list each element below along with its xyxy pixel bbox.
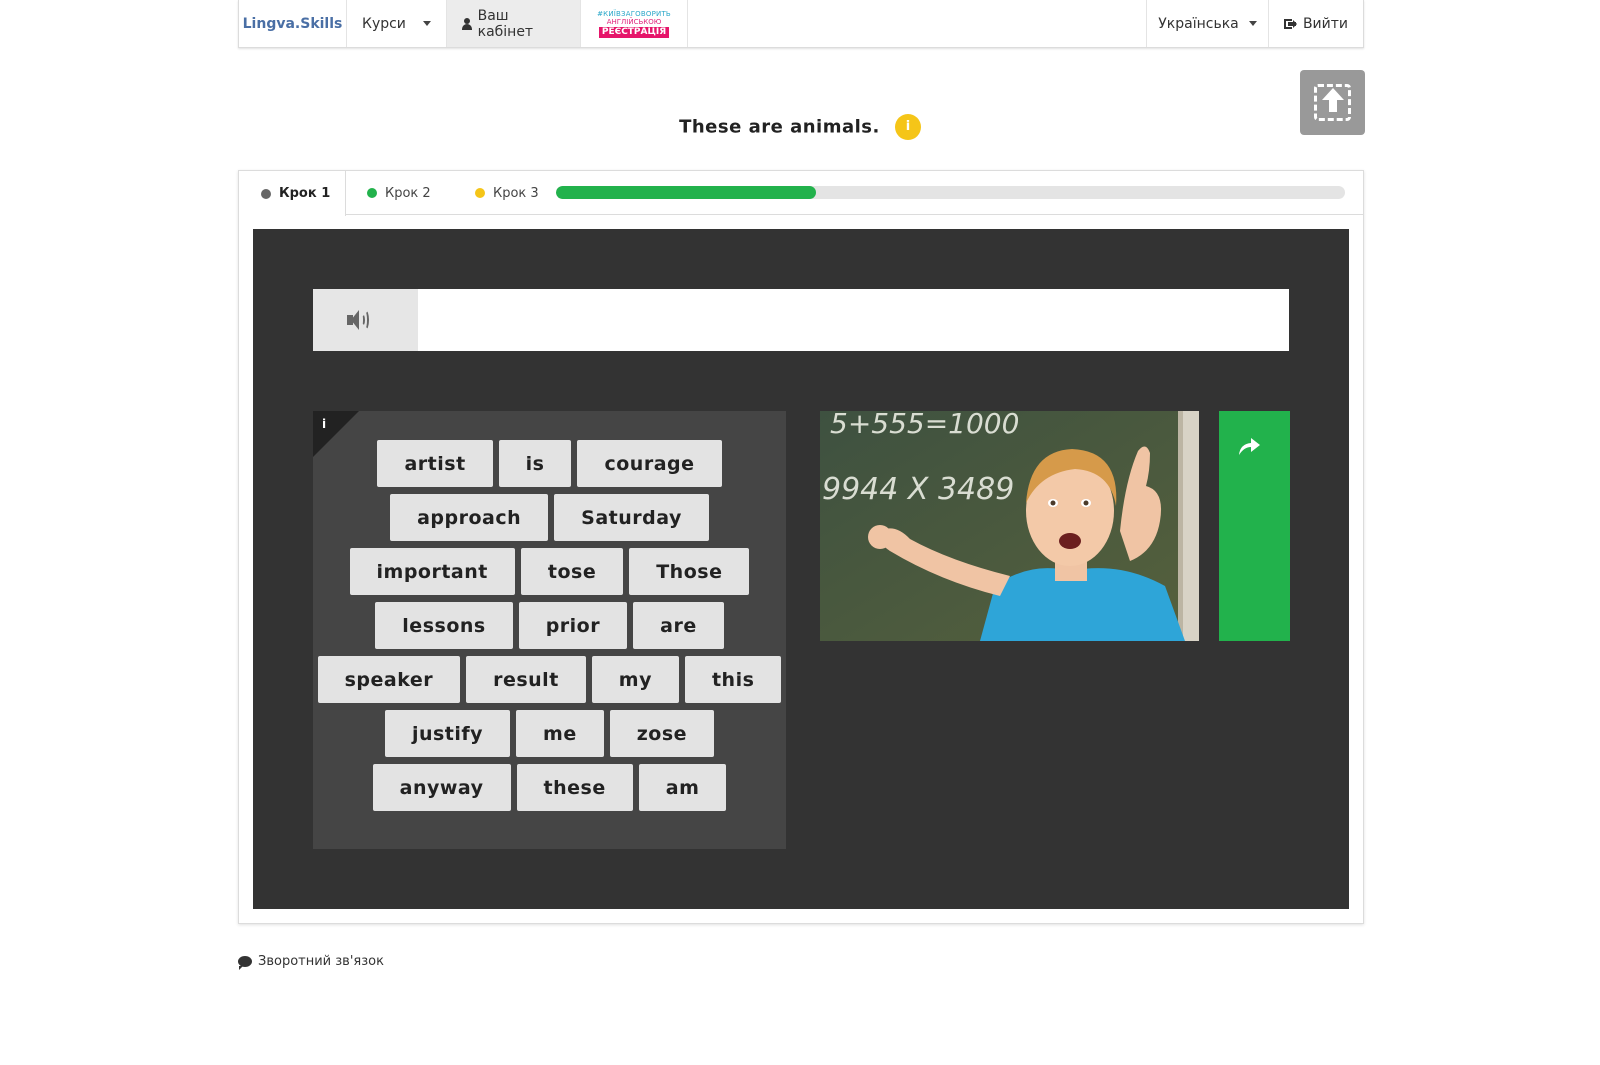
word-row: lessons prior are <box>313 602 786 649</box>
caret-down-icon <box>423 21 431 26</box>
exercise-stage: i artist is courage approach Saturday importa… <box>253 229 1349 909</box>
word-row: approach Saturday <box>313 494 786 541</box>
tab-label: Крок 3 <box>493 185 539 201</box>
word-tile[interactable]: Saturday <box>554 494 709 541</box>
promo-banner-link[interactable]: #КИЇВЗАГОВОРИТЬ АНГЛІЙСЬКОЮ РЕЄСТРАЦІЯ <box>581 0 688 47</box>
word-tile[interactable]: zose <box>609 710 715 757</box>
share-arrow-icon <box>1239 438 1260 455</box>
brand-logo[interactable]: Lingva.Skills <box>239 0 347 47</box>
word-row: artist is courage <box>313 440 786 487</box>
tab-step-1[interactable]: Крок 1 <box>239 171 346 216</box>
word-tile[interactable]: are <box>633 602 724 649</box>
chalk-line-2: 9944 X 3489 <box>822 472 1014 507</box>
word-tile[interactable]: anyway <box>372 764 511 811</box>
cabinet-link[interactable]: Ваш кабінет <box>447 0 581 47</box>
step-tabs: Крок 1 Крок 2 Крок 3 <box>239 171 1363 216</box>
chalk-line-1: 5+555=1000 <box>830 411 1019 440</box>
progress-fill <box>556 186 817 199</box>
step-dot <box>367 188 377 198</box>
step-dot <box>475 188 485 198</box>
info-icon[interactable]: i <box>894 114 921 140</box>
word-bank: i artist is courage approach Saturday importa… <box>313 411 786 849</box>
promo-line-1: #КИЇВЗАГОВОРИТЬ <box>597 9 671 18</box>
navbar-spacer <box>688 0 1147 47</box>
word-row: important tose Those <box>313 548 786 595</box>
word-row: speaker result my this <box>313 656 786 703</box>
play-audio-button[interactable] <box>313 289 418 351</box>
word-tile[interactable]: lessons <box>375 602 513 649</box>
info-icon[interactable]: i <box>322 417 326 431</box>
comment-icon <box>238 956 252 970</box>
lesson-picture: 5+555=1000 9944 X 3489 <box>820 411 1199 641</box>
word-tile[interactable]: Those <box>629 548 750 595</box>
word-row: anyway these am <box>313 764 786 811</box>
promo-registration-badge: РЕЄСТРАЦІЯ <box>598 26 670 38</box>
feedback-link[interactable]: Зворотний зв'язок <box>238 954 384 970</box>
caret-down-icon <box>1248 21 1257 26</box>
step-dot <box>261 188 271 199</box>
progress-bar <box>556 186 1345 199</box>
word-tile[interactable]: justify <box>384 710 511 757</box>
word-tile[interactable]: artist <box>377 440 493 487</box>
word-tile[interactable]: tose <box>520 548 624 595</box>
answer-bar <box>313 289 1289 351</box>
word-tile[interactable]: speaker <box>317 656 461 703</box>
title-row: These are animals. i <box>0 114 1600 140</box>
word-tile[interactable]: this <box>684 656 782 703</box>
word-tile[interactable]: these <box>516 764 633 811</box>
lesson-title: These are animals. <box>679 116 880 138</box>
tab-step-3[interactable]: Крок 3 <box>475 171 539 215</box>
tab-label: Крок 1 <box>279 186 331 201</box>
word-tile[interactable]: approach <box>390 494 549 541</box>
top-navbar: Lingva.Skills Курси Ваш кабінет #КИЇВЗАГ… <box>238 0 1364 48</box>
word-tile[interactable]: am <box>638 764 727 811</box>
logout-button[interactable]: Вийти <box>1269 0 1363 47</box>
logout-label: Вийти <box>1302 15 1348 32</box>
cabinet-label: Ваш кабінет <box>477 7 534 40</box>
tab-step-2[interactable]: Крок 2 <box>367 171 431 215</box>
word-row: justify me zose <box>313 710 786 757</box>
tab-label: Крок 2 <box>385 185 431 201</box>
word-tile[interactable]: is <box>498 440 572 487</box>
word-rows: artist is courage approach Saturday important… <box>313 440 786 818</box>
user-icon <box>462 17 472 30</box>
word-tile[interactable]: result <box>466 656 586 703</box>
language-dropdown[interactable]: Українська <box>1147 0 1269 47</box>
feedback-label: Зворотний зв'язок <box>258 954 384 969</box>
lesson-panel: Крок 1 Крок 2 Крок 3 i artist is courage… <box>238 170 1364 924</box>
word-tile[interactable]: important <box>349 548 515 595</box>
boy-at-chalkboard-image: 5+555=1000 9944 X 3489 <box>820 411 1199 641</box>
word-tile[interactable]: me <box>516 710 604 757</box>
next-button[interactable] <box>1219 411 1290 641</box>
courses-label: Курси <box>362 15 406 32</box>
logout-icon <box>1284 18 1297 30</box>
promo-line-2: АНГЛІЙСЬКОЮ <box>606 17 662 26</box>
word-tile[interactable]: prior <box>518 602 628 649</box>
word-tile[interactable]: courage <box>577 440 722 487</box>
word-tile[interactable]: my <box>591 656 679 703</box>
language-label: Українська <box>1158 15 1239 32</box>
courses-dropdown[interactable]: Курси <box>347 0 447 47</box>
